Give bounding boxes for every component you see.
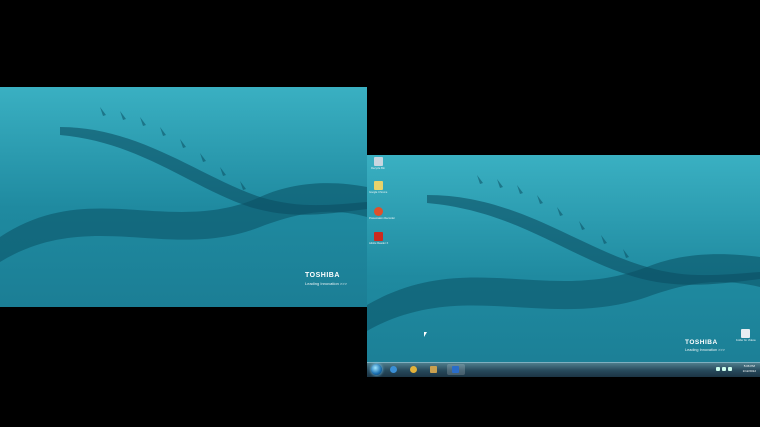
start-button[interactable]: [371, 364, 382, 375]
pdf-icon: [373, 232, 383, 241]
ie-icon: [390, 366, 397, 373]
desktop-icon-videos[interactable]: Folder for Videos: [736, 329, 756, 342]
network-icon[interactable]: [722, 367, 726, 371]
right-desktop-screen: Recycle Bin Google Chrome Presentation R…: [367, 155, 760, 377]
brand-tagline: Leading Innovation >>>: [305, 281, 347, 286]
word-icon: [452, 366, 459, 373]
taskbar-app-ie[interactable]: [385, 364, 403, 375]
brand-tagline: Leading Innovation >>>: [685, 348, 725, 352]
mouse-cursor-icon: [424, 332, 427, 337]
desktop-icon-label: Adobe Reader X: [369, 242, 389, 245]
brand-name: TOSHIBA: [305, 272, 340, 279]
taskbar-clock[interactable]: 5:06 PM 1/12/2012: [743, 364, 756, 374]
folder-icon: [373, 181, 383, 190]
desktop-icon-label: Google Chrome: [369, 191, 388, 194]
desktop-icon-recycle-bin[interactable]: Recycle Bin: [369, 157, 387, 170]
brand-logo: TOSHIBA Leading Innovation >>>: [685, 339, 725, 352]
desktop-icon-label: Recycle Bin: [371, 167, 385, 170]
desktop-icon-adobe-reader[interactable]: Adobe Reader X: [369, 232, 389, 245]
desktop-icon-presentation-recorder[interactable]: Presentation Recorder: [369, 207, 395, 220]
chrome-icon: [410, 366, 417, 373]
brand-name: TOSHIBA: [685, 339, 718, 346]
brand-logo: TOSHIBA Leading Innovation >>>: [305, 272, 347, 286]
left-desktop-screen: TOSHIBA Leading Innovation >>>: [0, 87, 367, 307]
volume-icon[interactable]: [728, 367, 732, 371]
flag-icon[interactable]: [716, 367, 720, 371]
taskbar-app-media[interactable]: [425, 364, 443, 375]
clock-date: 1/12/2012: [742, 369, 756, 373]
media-icon: [430, 366, 437, 373]
document-icon: [740, 329, 750, 338]
taskbar-app-word[interactable]: [447, 364, 465, 375]
recorder-icon: [373, 207, 383, 216]
taskbar: 5:06 PM 1/12/2012: [367, 362, 760, 377]
desktop-icon-label: Folder for Videos: [736, 339, 756, 342]
desktop-icon-label: Presentation Recorder: [369, 217, 395, 220]
desktop-icon-google-chrome[interactable]: Google Chrome: [369, 181, 387, 194]
recycle-bin-icon: [373, 157, 383, 166]
taskbar-app-chrome[interactable]: [405, 364, 423, 375]
